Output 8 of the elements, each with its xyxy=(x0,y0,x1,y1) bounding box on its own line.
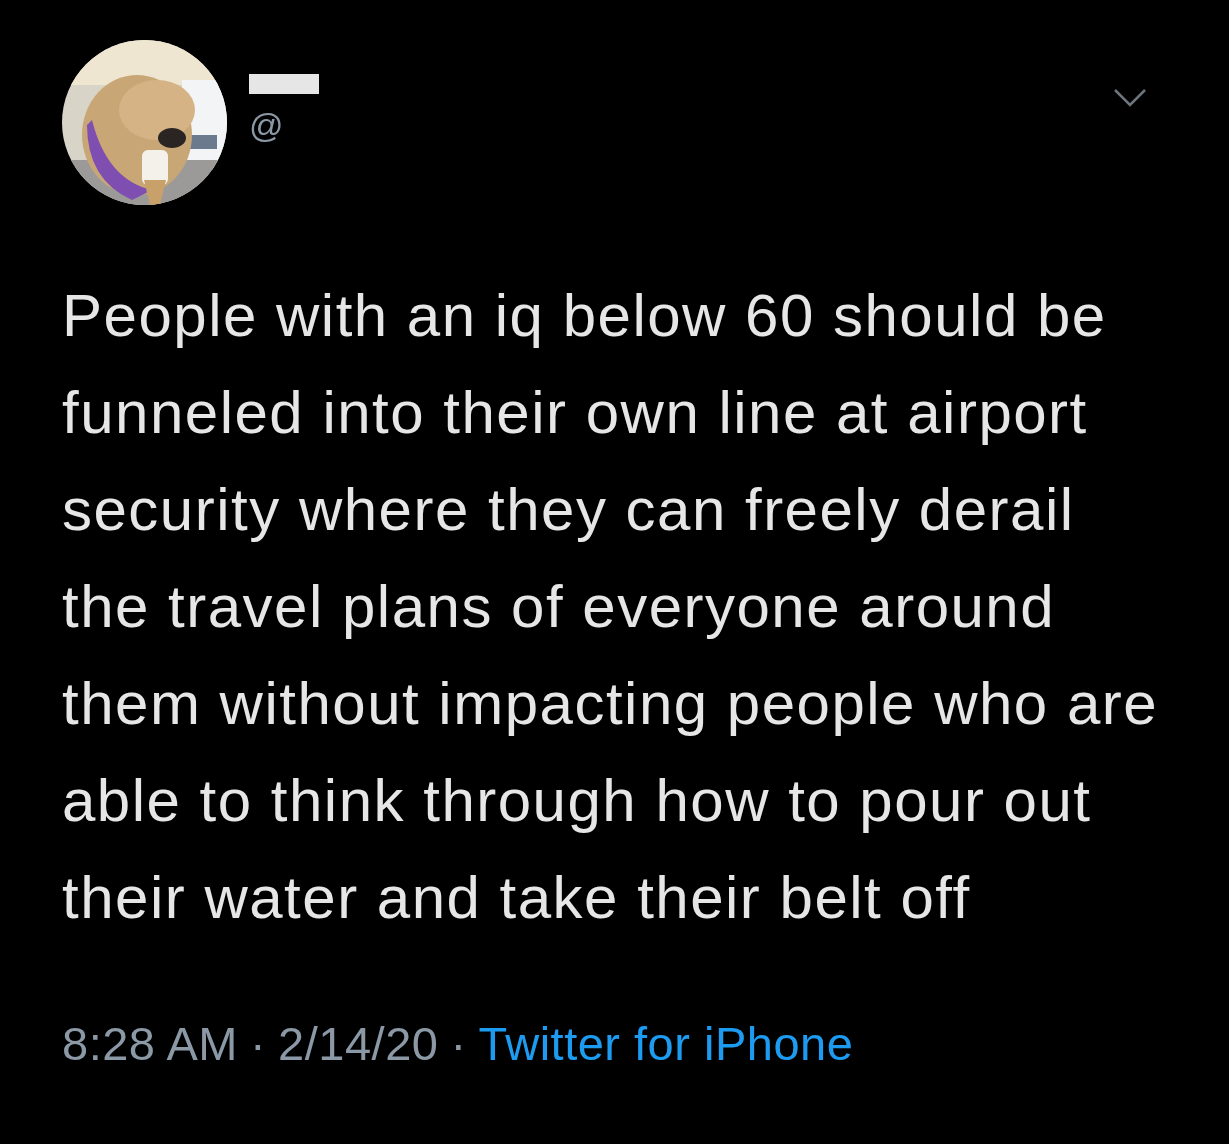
tweet-time: 8:28 AM xyxy=(62,1016,238,1071)
user-handle: @ xyxy=(249,107,285,142)
separator-dot: · xyxy=(249,1016,267,1071)
source-link[interactable]: Twitter for iPhone xyxy=(478,1016,854,1071)
chevron-down-icon[interactable] xyxy=(1113,88,1147,108)
separator-dot: · xyxy=(450,1016,467,1071)
tweet-text: People with an iq below 60 should be funneled into their own line at airport security where they can freely derail the travel plans of everyone around them without impacting people who are able to think through how to pour out their water and take their belt off xyxy=(62,281,1160,933)
tweet-date: 2/14/20 xyxy=(278,1016,439,1071)
